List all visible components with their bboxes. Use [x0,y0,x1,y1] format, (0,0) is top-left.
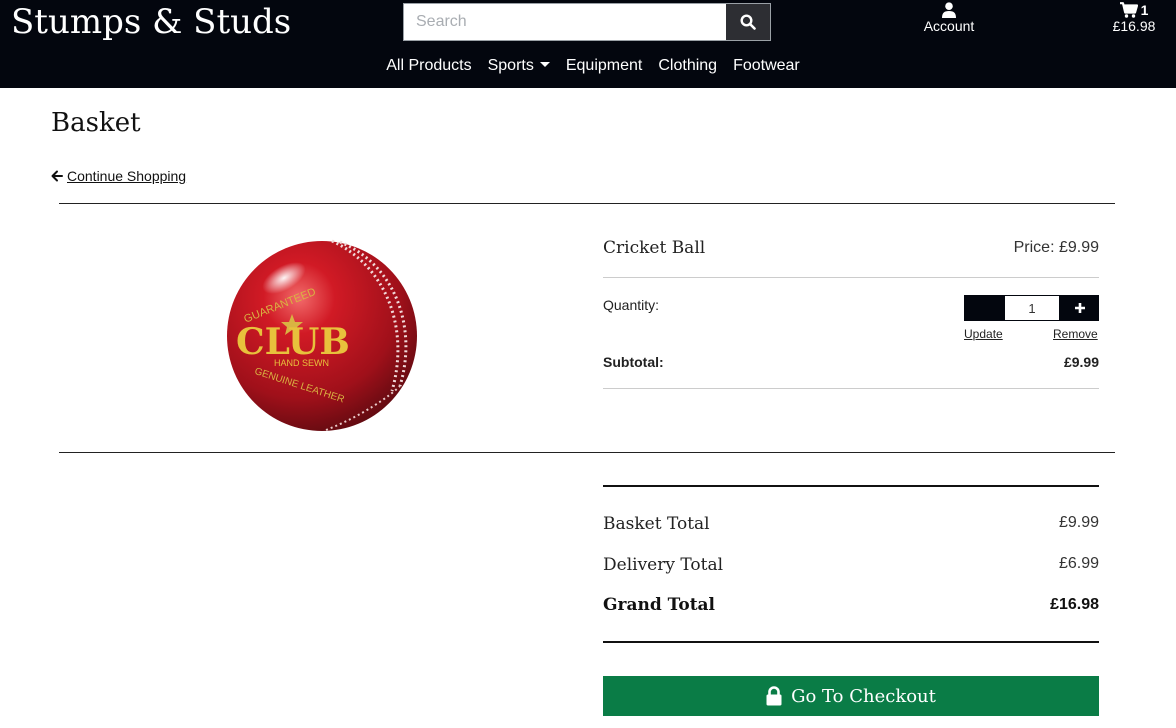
cart-count: 1 [1140,2,1149,18]
basket-total-value: £9.99 [1058,514,1099,531]
grand-total-value: £16.98 [1050,596,1099,613]
main-nav: All Products Sports Equipment Clothing F… [0,57,1176,75]
grand-total-label: Grand Total [603,595,716,615]
nav-sports[interactable]: Sports [488,57,550,75]
page-title: Basket [51,108,141,138]
subtotal-value: £9.99 [1063,354,1099,370]
basket-total-label: Basket Total [603,514,710,534]
search-icon [740,14,756,30]
product-image[interactable]: GUARANTEED CLUB HAND SEWN GENUINE LEATHE… [222,236,426,436]
cart-link[interactable]: 1 £16.98 [1106,2,1162,34]
quantity-label: Quantity: [603,297,660,313]
divider [603,277,1099,278]
update-link[interactable]: Update [964,327,1003,341]
delivery-total-value: £6.99 [1058,555,1099,572]
product-name[interactable]: Cricket Ball [603,238,705,258]
divider [59,203,1115,204]
account-label: Account [923,18,975,34]
continue-shopping-link[interactable]: Continue Shopping [51,168,186,184]
cart-icon [1119,2,1138,18]
ball-text-main: CLUB [236,321,350,363]
site-header: Stumps & Studs Account 1 £16.98 [0,0,1176,88]
arrow-left-icon [51,170,63,182]
delivery-total-label: Delivery Total [603,555,724,575]
lock-icon [766,686,782,706]
remove-link[interactable]: Remove [1053,327,1098,341]
nav-footwear[interactable]: Footwear [733,57,800,75]
plus-icon [1074,303,1085,313]
site-logo[interactable]: Stumps & Studs [11,2,291,42]
nav-all-products[interactable]: All Products [386,57,471,75]
divider [603,485,1099,487]
increment-button[interactable] [1060,295,1099,321]
product-price: Price: £9.99 [1013,239,1099,256]
chevron-down-icon [539,61,550,67]
ball-text-mid: HAND SEWN [274,358,329,368]
search-form [403,3,771,41]
quantity-stepper [964,295,1099,321]
subtotal-label: Subtotal: [603,354,664,370]
nav-sports-label: Sports [487,57,534,74]
nav-clothing[interactable]: Clothing [658,57,717,75]
decrement-button[interactable] [964,295,1004,321]
search-button[interactable] [726,4,770,40]
checkout-label: Go To Checkout [791,685,936,707]
cart-total: £16.98 [1112,18,1156,34]
checkout-button[interactable]: Go To Checkout [603,676,1099,716]
divider [603,641,1099,643]
continue-shopping-label: Continue Shopping [67,168,187,184]
divider [603,388,1099,389]
divider [59,452,1115,453]
account-menu[interactable]: Account [918,2,980,34]
user-icon [942,2,956,18]
nav-equipment[interactable]: Equipment [566,57,643,75]
search-input[interactable] [404,4,726,40]
quantity-input[interactable] [1004,295,1060,321]
